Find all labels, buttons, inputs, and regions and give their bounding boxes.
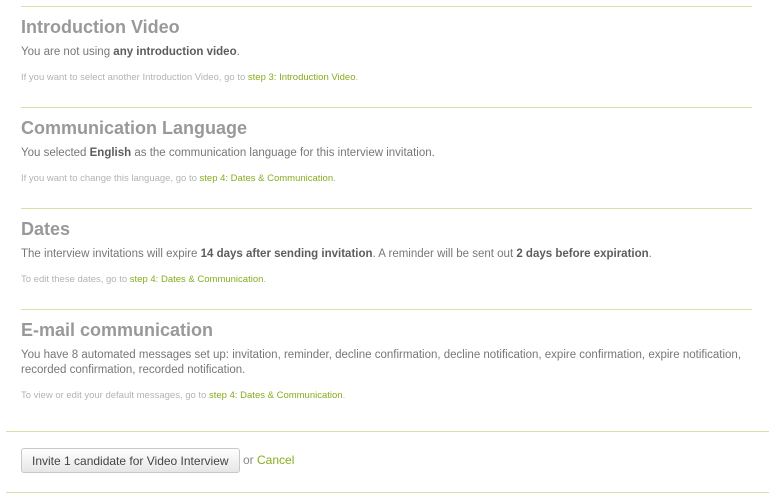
language-hint: If you want to change this language, go … (21, 172, 752, 185)
dates-hint-end: . (263, 274, 267, 285)
language-text-post: as the communication language for this i… (131, 147, 435, 159)
or-cancel: or Cancel (243, 453, 294, 467)
cancel-link[interactable]: Cancel (257, 453, 294, 467)
intro-video-title: Introduction Video (21, 17, 180, 37)
intro-video-text: You are not using any introduction video… (21, 45, 752, 60)
dates-hint: To edit these dates, go to step 4: Dates… (21, 273, 752, 286)
divider-top (21, 6, 752, 7)
divider-bottom (6, 492, 769, 493)
divider-dates (21, 208, 752, 209)
intro-video-text-pre: You are not using (21, 46, 114, 58)
dates-text-post: . (648, 248, 652, 260)
dates-text-mid: . A reminder will be sent out (372, 248, 517, 260)
or-text: or (243, 453, 258, 467)
email-hint-end: . (342, 390, 346, 401)
language-hint-end: . (333, 173, 336, 184)
email-text: You have 8 automated messages set up: in… (21, 349, 742, 376)
intro-video-hint-end: . (355, 72, 359, 83)
dates-title: Dates (21, 219, 71, 239)
intro-video-hint-text: If you want to select another Introducti… (21, 72, 248, 83)
divider-language (21, 107, 752, 108)
step4-dates-link[interactable]: step 4: Dates & Communication (130, 274, 264, 285)
email-hint-text: To view or edit your default messages, g… (21, 390, 209, 401)
step4-email-link[interactable]: step 4: Dates & Communication (209, 390, 343, 401)
step3-intro-video-link[interactable]: step 3: Introduction Video (248, 72, 356, 83)
language-text-pre: You selected (21, 147, 90, 159)
dates-hint-text: To edit these dates, go to (21, 274, 130, 285)
dates-section: Dates The interview invitations will exp… (21, 218, 752, 286)
intro-video-text-post: . (236, 46, 240, 58)
intro-video-section: Introduction Video You are not using any… (21, 16, 752, 84)
intro-video-text-bold: any introduction video (113, 46, 237, 58)
intro-video-hint: If you want to select another Introducti… (21, 71, 752, 84)
step4-language-link[interactable]: step 4: Dates & Communication (200, 173, 334, 184)
language-text-bold: English (89, 147, 132, 159)
invite-candidate-button[interactable]: Invite 1 candidate for Video Interview (21, 448, 240, 473)
language-section: Communication Language You selected Engl… (21, 117, 752, 185)
language-title: Communication Language (21, 118, 248, 138)
dates-reminder-bold: 2 days before expiration (516, 248, 649, 260)
language-text: You selected English as the communicatio… (21, 146, 752, 161)
dates-expire-bold: 14 days after sending invitation (200, 248, 373, 260)
email-title: E-mail communication (21, 320, 214, 340)
email-hint: To view or edit your default messages, g… (21, 389, 752, 402)
dates-text: The interview invitations will expire 14… (21, 247, 752, 262)
dates-text-pre: The interview invitations will expire (21, 248, 201, 260)
divider-email (21, 309, 752, 310)
email-section: E-mail communication You have 8 automate… (21, 319, 752, 402)
divider-actions (6, 431, 769, 432)
language-hint-text: If you want to change this language, go … (21, 173, 200, 184)
